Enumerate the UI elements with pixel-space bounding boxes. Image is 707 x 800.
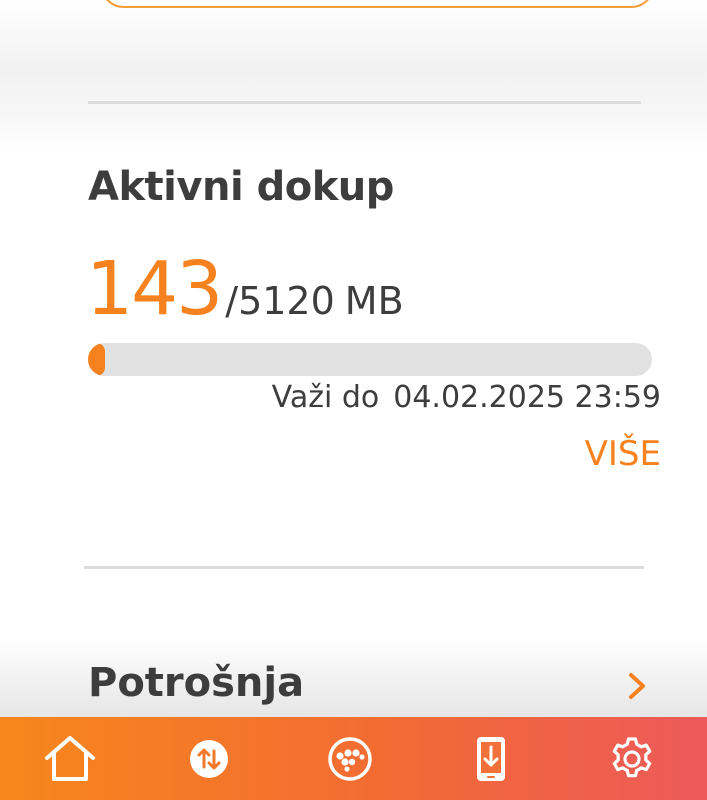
bottom-navigation	[0, 717, 707, 800]
usage-slash: /	[225, 279, 239, 323]
nav-settings-button[interactable]	[604, 731, 660, 787]
nav-home-button[interactable]	[42, 731, 98, 787]
nav-transfer-button[interactable]	[181, 731, 237, 787]
consumption-row-title[interactable]: Potrošnja	[88, 660, 304, 706]
top-button-outline[interactable]	[100, 0, 655, 8]
more-link[interactable]: VIŠE	[585, 434, 661, 474]
operator-logo-icon	[327, 736, 373, 782]
chevron-right-icon[interactable]	[624, 670, 650, 702]
phone-download-icon	[476, 736, 506, 782]
validity-label: Važi do	[271, 380, 380, 415]
home-icon	[43, 734, 97, 784]
usage-progress-fill	[88, 343, 105, 376]
transfer-arrows-icon	[189, 739, 229, 779]
nav-download-button[interactable]	[463, 731, 519, 787]
validity-date: 04.02.2025 23:59	[393, 380, 661, 415]
divider	[88, 101, 641, 104]
validity-text: Važi do 04.02.2025 23:59	[272, 380, 661, 415]
nav-operator-button[interactable]	[322, 731, 378, 787]
usage-readout: 143/5120 MB	[86, 252, 404, 326]
usage-total-value: 5120	[238, 279, 335, 323]
divider	[84, 566, 644, 569]
section-title: Aktivni dokup	[88, 164, 394, 210]
settings-gear-icon	[608, 735, 656, 783]
top-band	[0, 0, 707, 150]
usage-used-value: 143	[86, 246, 223, 332]
usage-unit: MB	[344, 279, 404, 323]
usage-progress-bar	[88, 343, 652, 376]
